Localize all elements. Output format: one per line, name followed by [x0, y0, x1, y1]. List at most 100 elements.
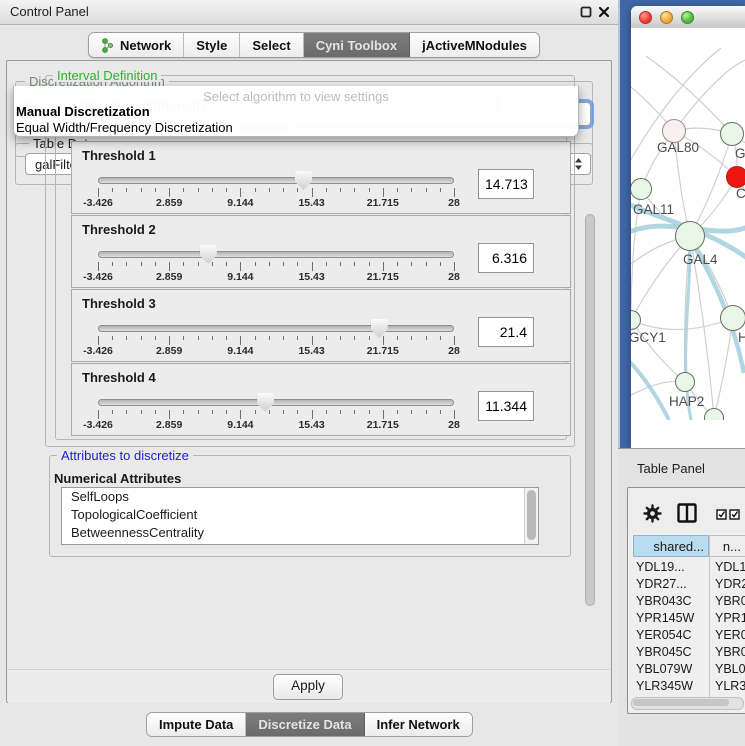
network-window-titlebar[interactable]: [631, 6, 745, 29]
slider-track[interactable]: [98, 177, 454, 184]
slider-scale-labels: -3.4262.8599.14415.4321.71528: [98, 345, 454, 357]
popup-hint: Select algorithm to view settings: [14, 86, 578, 104]
table-row[interactable]: YPR145W YPR1: [628, 610, 745, 627]
network-node-label: GAL80: [657, 140, 699, 155]
slider-track[interactable]: [98, 325, 454, 332]
network-icon: [101, 38, 114, 53]
numerical-attributes-list[interactable]: SelfLoopsTopologicalCoefficientBetweenne…: [61, 487, 539, 543]
threshold-panel: Threshold 4 -3.4262.8599.14415.4321.71528: [71, 363, 571, 436]
cell-name: YDL1: [715, 559, 745, 576]
cell-name: YBR0: [715, 593, 745, 610]
popup-option-manual[interactable]: Manual Discretization: [14, 104, 578, 120]
network-canvas[interactable]: GAL80 GA C GAL11 GAL4 GCY1 H HAP2: [631, 28, 745, 420]
cell-shared-name: YDR27...: [636, 576, 687, 593]
bottom-tabs: Impute Data Discretize Data Infer Networ…: [146, 712, 473, 737]
cell-name: YER0: [715, 627, 745, 644]
slider-scale-labels: -3.4262.8599.14415.4321.71528: [98, 271, 454, 283]
control-panel-titlebar: Control Panel: [0, 0, 618, 25]
slider-ticks: [98, 410, 454, 419]
attributes-group-title: Attributes to discretize: [57, 449, 193, 462]
tab-jactivemnodules[interactable]: jActiveMNodules: [410, 33, 539, 57]
table-row[interactable]: YDL19...YDL1: [628, 559, 745, 576]
attribute-list-item[interactable]: BetweennessCentrality: [62, 524, 538, 542]
column-header-name[interactable]: n...: [709, 535, 745, 557]
zoom-button[interactable]: [681, 11, 694, 24]
network-node-label: HAP2: [669, 394, 704, 409]
network-node[interactable]: [675, 221, 705, 251]
table-row[interactable]: YER054C YER0: [628, 627, 745, 644]
split-columns-icon[interactable]: [677, 503, 697, 523]
cell-shared-name: YBL079W: [636, 661, 692, 678]
network-node[interactable]: [631, 178, 652, 200]
threshold-panel: Threshold 1-3.4262.8599.14415.4321.71528: [71, 141, 571, 214]
numerical-attributes-label: Numerical Attributes: [54, 471, 181, 486]
table-panel-title: Table Panel: [637, 461, 705, 476]
threshold-label: Threshold 3: [82, 296, 156, 311]
network-node[interactable]: [720, 305, 745, 331]
network-node[interactable]: [720, 122, 744, 146]
network-node-label: GA: [735, 146, 745, 161]
slider-ticks: [98, 262, 454, 271]
network-node-label: H: [738, 330, 745, 345]
attribute-list-item[interactable]: TopologicalCoefficient: [62, 506, 538, 524]
cell-shared-name: YBR045C: [636, 644, 692, 661]
close-button[interactable]: [639, 11, 652, 24]
close-icon[interactable]: [598, 6, 610, 18]
slider-track[interactable]: [98, 251, 454, 258]
attributes-scrollbar[interactable]: [524, 488, 538, 543]
threshold-value-field[interactable]: [478, 169, 534, 199]
threshold-panel: Threshold 2 -3.4262.8599.14415.4321.71528: [71, 215, 571, 288]
table-toolbar: [628, 488, 745, 532]
column-header-shared-name[interactable]: shared...: [633, 535, 709, 557]
cell-shared-name: YBR043C: [636, 593, 692, 610]
network-node-label: GAL4: [683, 252, 718, 267]
table-row[interactable]: YLR345WYLR3: [628, 678, 745, 695]
slider-scale-labels: -3.4262.8599.14415.4321.71528: [98, 419, 454, 431]
tab-network[interactable]: Network: [89, 33, 184, 57]
slider-track[interactable]: [98, 399, 454, 406]
float-window-icon[interactable]: [580, 6, 592, 18]
cell-shared-name: YLR345W: [636, 678, 693, 695]
table-row[interactable]: YBR043C YBR0: [628, 593, 745, 610]
stepper-arrows-icon: [574, 158, 583, 170]
cell-name: YPR1: [715, 610, 745, 627]
main-scrollbar-thumb[interactable]: [585, 214, 595, 606]
tab-select[interactable]: Select: [240, 33, 303, 57]
minimize-button[interactable]: [660, 11, 673, 24]
table-panel-window: shared... n... YDL19...YDL1YDR27...YDR2Y…: [627, 487, 745, 714]
control-panel-tabs: Network Style Select Cyni Toolbox jActiv…: [88, 32, 540, 58]
tab-label: Network: [120, 38, 171, 53]
tab-style[interactable]: Style: [184, 33, 240, 57]
cell-name: YBL0: [715, 661, 745, 678]
popup-option-equal-width[interactable]: Equal Width/Frequency Discretization: [14, 120, 578, 136]
cell-shared-name: YER054C: [636, 627, 692, 644]
tab-infer-network[interactable]: Infer Network: [365, 713, 472, 736]
tab-impute-data[interactable]: Impute Data: [147, 713, 246, 736]
threshold-panel: Threshold 3 -3.4262.8599.14415.4321.71528: [71, 289, 571, 362]
threshold-value-field[interactable]: [478, 243, 534, 273]
table-row[interactable]: YBL079W YBL0: [628, 661, 745, 678]
gear-icon[interactable]: [643, 504, 662, 523]
threshold-label: Threshold 2: [82, 222, 156, 237]
tab-discretize-data[interactable]: Discretize Data: [246, 713, 364, 736]
network-node-label: GAL11: [633, 202, 674, 217]
select-columns-icon[interactable]: [716, 509, 742, 520]
tab-cyni-toolbox[interactable]: Cyni Toolbox: [304, 33, 410, 57]
interval-definition-title: Interval Definition: [53, 69, 161, 82]
table-row[interactable]: YDR27...YDR2: [628, 576, 745, 593]
cyni-toolbox-panel: Discretization Algorithm Table Data galF…: [6, 60, 612, 703]
apply-button[interactable]: Apply: [273, 674, 343, 700]
network-node-label: GCY1: [631, 330, 666, 345]
network-view-window: GAL80 GA C GAL11 GAL4 GCY1 H HAP2: [631, 6, 745, 448]
threshold-label: Threshold 4: [82, 370, 156, 385]
network-node[interactable]: [726, 166, 745, 188]
cell-shared-name: YPR145W: [636, 610, 694, 627]
threshold-value-field[interactable]: [478, 317, 534, 347]
table-row[interactable]: YBR045CYBR0: [628, 644, 745, 661]
network-node[interactable]: [675, 372, 695, 392]
network-node-label: C: [736, 186, 745, 201]
table-horizontal-scrollbar[interactable]: [631, 697, 744, 710]
attribute-list-item[interactable]: SelfLoops: [62, 488, 538, 506]
threshold-value-field[interactable]: [478, 391, 534, 421]
slider-scale-labels: -3.4262.8599.14415.4321.71528: [98, 197, 454, 209]
